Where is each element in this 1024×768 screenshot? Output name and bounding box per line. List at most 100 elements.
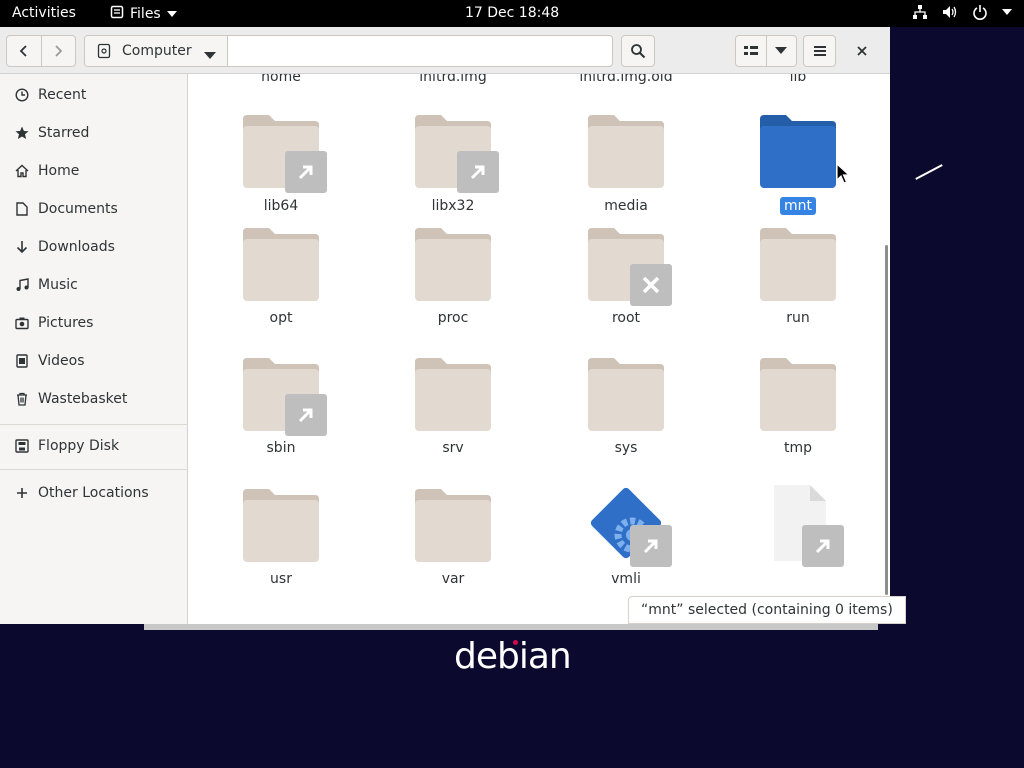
file-name: lib [789,74,807,85]
star-icon [14,125,30,141]
file-item-home[interactable]: home [195,74,367,89]
top-bar: Activities Files 17 Dec 18:48 [0,0,1024,27]
files-window: Computer Recent Starred Home Documents D… [0,27,890,624]
sidebar-item-label: Wastebasket [38,391,128,407]
file-item-srv[interactable]: srv [367,352,539,482]
file-item-lib[interactable]: lib [712,74,884,89]
clock[interactable]: 17 Dec 18:48 [465,5,559,21]
file-item-opt[interactable]: opt [195,222,367,352]
close-button[interactable] [852,41,872,61]
path-segment-label: Computer [122,43,192,59]
file-name: run [786,310,810,326]
download-icon [14,239,30,255]
folder-icon [586,352,666,432]
view-options-button[interactable] [766,36,796,66]
path-segment-computer[interactable]: Computer [85,36,228,66]
file-name: sys [614,440,638,456]
symlink-arrow-icon [285,151,327,193]
navigation-buttons [6,35,76,67]
view-toggle-button[interactable] [736,36,766,66]
symlink-arrow-icon [802,525,844,567]
trash-icon [14,391,30,407]
file-item-sbin[interactable]: sbin [195,352,367,482]
file-name: vmli [611,571,641,587]
file-item-root[interactable]: root [540,222,712,352]
file-name: initrd.img [419,74,487,85]
list-view-icon [743,46,758,55]
activities-button[interactable]: Activities [12,5,76,21]
folder-icon [241,222,321,302]
file-name: srv [442,440,464,456]
forward-button[interactable] [41,36,75,66]
symlink-arrow-icon [457,151,499,193]
chevron-left-icon [19,45,27,57]
file-name [712,571,884,587]
folder-icon [758,109,838,189]
file-name: home [261,74,301,85]
path-bar[interactable]: Computer [84,35,613,67]
file-name: usr [270,571,292,587]
folder-icon [586,109,666,189]
file-item-run[interactable]: run [712,222,884,352]
scrollbar-thumb[interactable] [885,245,888,595]
file-item-usr[interactable]: usr [195,483,367,613]
back-button[interactable] [7,36,41,66]
file-item-tmp[interactable]: tmp [712,352,884,482]
desktop-wallpaper-line [915,164,943,180]
file-item-vmli[interactable]: vmli [540,483,712,613]
sidebar-item-home[interactable]: Home [0,153,188,189]
file-item-unnamed[interactable] [712,483,884,613]
sidebar-item-starred[interactable]: Starred [0,115,188,151]
video-icon [14,353,30,369]
file-name: root [611,310,641,326]
file-item-initrd-img[interactable]: initrd.img [367,74,539,89]
file-item-media[interactable]: media [540,91,712,221]
file-name: libx32 [431,198,475,214]
status-text: “mnt” selected (containing 0 items) [641,602,893,618]
file-item-proc[interactable]: proc [367,222,539,352]
sidebar-item-recent[interactable]: Recent [0,77,188,113]
sidebar-item-downloads[interactable]: Downloads [0,229,188,265]
sidebar-item-other-locations[interactable]: Other Locations [0,475,188,511]
chevron-right-icon [55,45,63,57]
folder-icon [413,222,493,302]
file-name: opt [269,310,293,326]
file-name: lib64 [263,198,299,214]
file-name: var [441,571,465,587]
file-item-lib64[interactable]: lib64 [195,91,367,221]
sidebar-item-documents[interactable]: Documents [0,191,188,227]
volume-icon [942,4,958,20]
floppy-icon [14,438,30,454]
search-button[interactable] [621,35,655,67]
folder-icon [413,352,493,432]
file-item-var[interactable]: var [367,483,539,613]
files-app-icon [110,5,124,23]
camera-icon [14,315,30,331]
sidebar-item-wastebasket[interactable]: Wastebasket [0,381,188,417]
file-name: initrd.img.old [579,74,673,85]
window-shadow [144,624,878,630]
system-tray[interactable] [912,4,1012,20]
file-item-mnt[interactable]: mnt [712,91,884,221]
sidebar-item-videos[interactable]: Videos [0,343,188,379]
sidebar-item-pictures[interactable]: Pictures [0,305,188,341]
menu-button[interactable] [803,35,836,67]
chevron-down-icon [775,47,788,54]
sidebar-item-music[interactable]: Music [0,267,188,303]
file-item-sys[interactable]: sys [540,352,712,482]
sidebar-item-floppy-disk[interactable]: Floppy Disk [0,428,188,464]
locked-x-icon [630,264,672,306]
plus-icon [14,485,30,501]
file-item-initrd-img-old[interactable]: initrd.img.old [540,74,712,89]
mouse-pointer-icon [836,162,851,189]
search-icon [631,44,646,59]
sidebar-item-label: Downloads [38,239,115,255]
hamburger-icon [813,46,826,56]
status-bar: “mnt” selected (containing 0 items) [628,596,906,624]
app-menu[interactable]: Files [110,5,177,23]
chevron-down-icon [1002,8,1012,16]
file-name: media [604,198,648,214]
folder-icon [241,483,321,563]
file-item-libx32[interactable]: libx32 [367,91,539,221]
power-icon [972,4,988,20]
